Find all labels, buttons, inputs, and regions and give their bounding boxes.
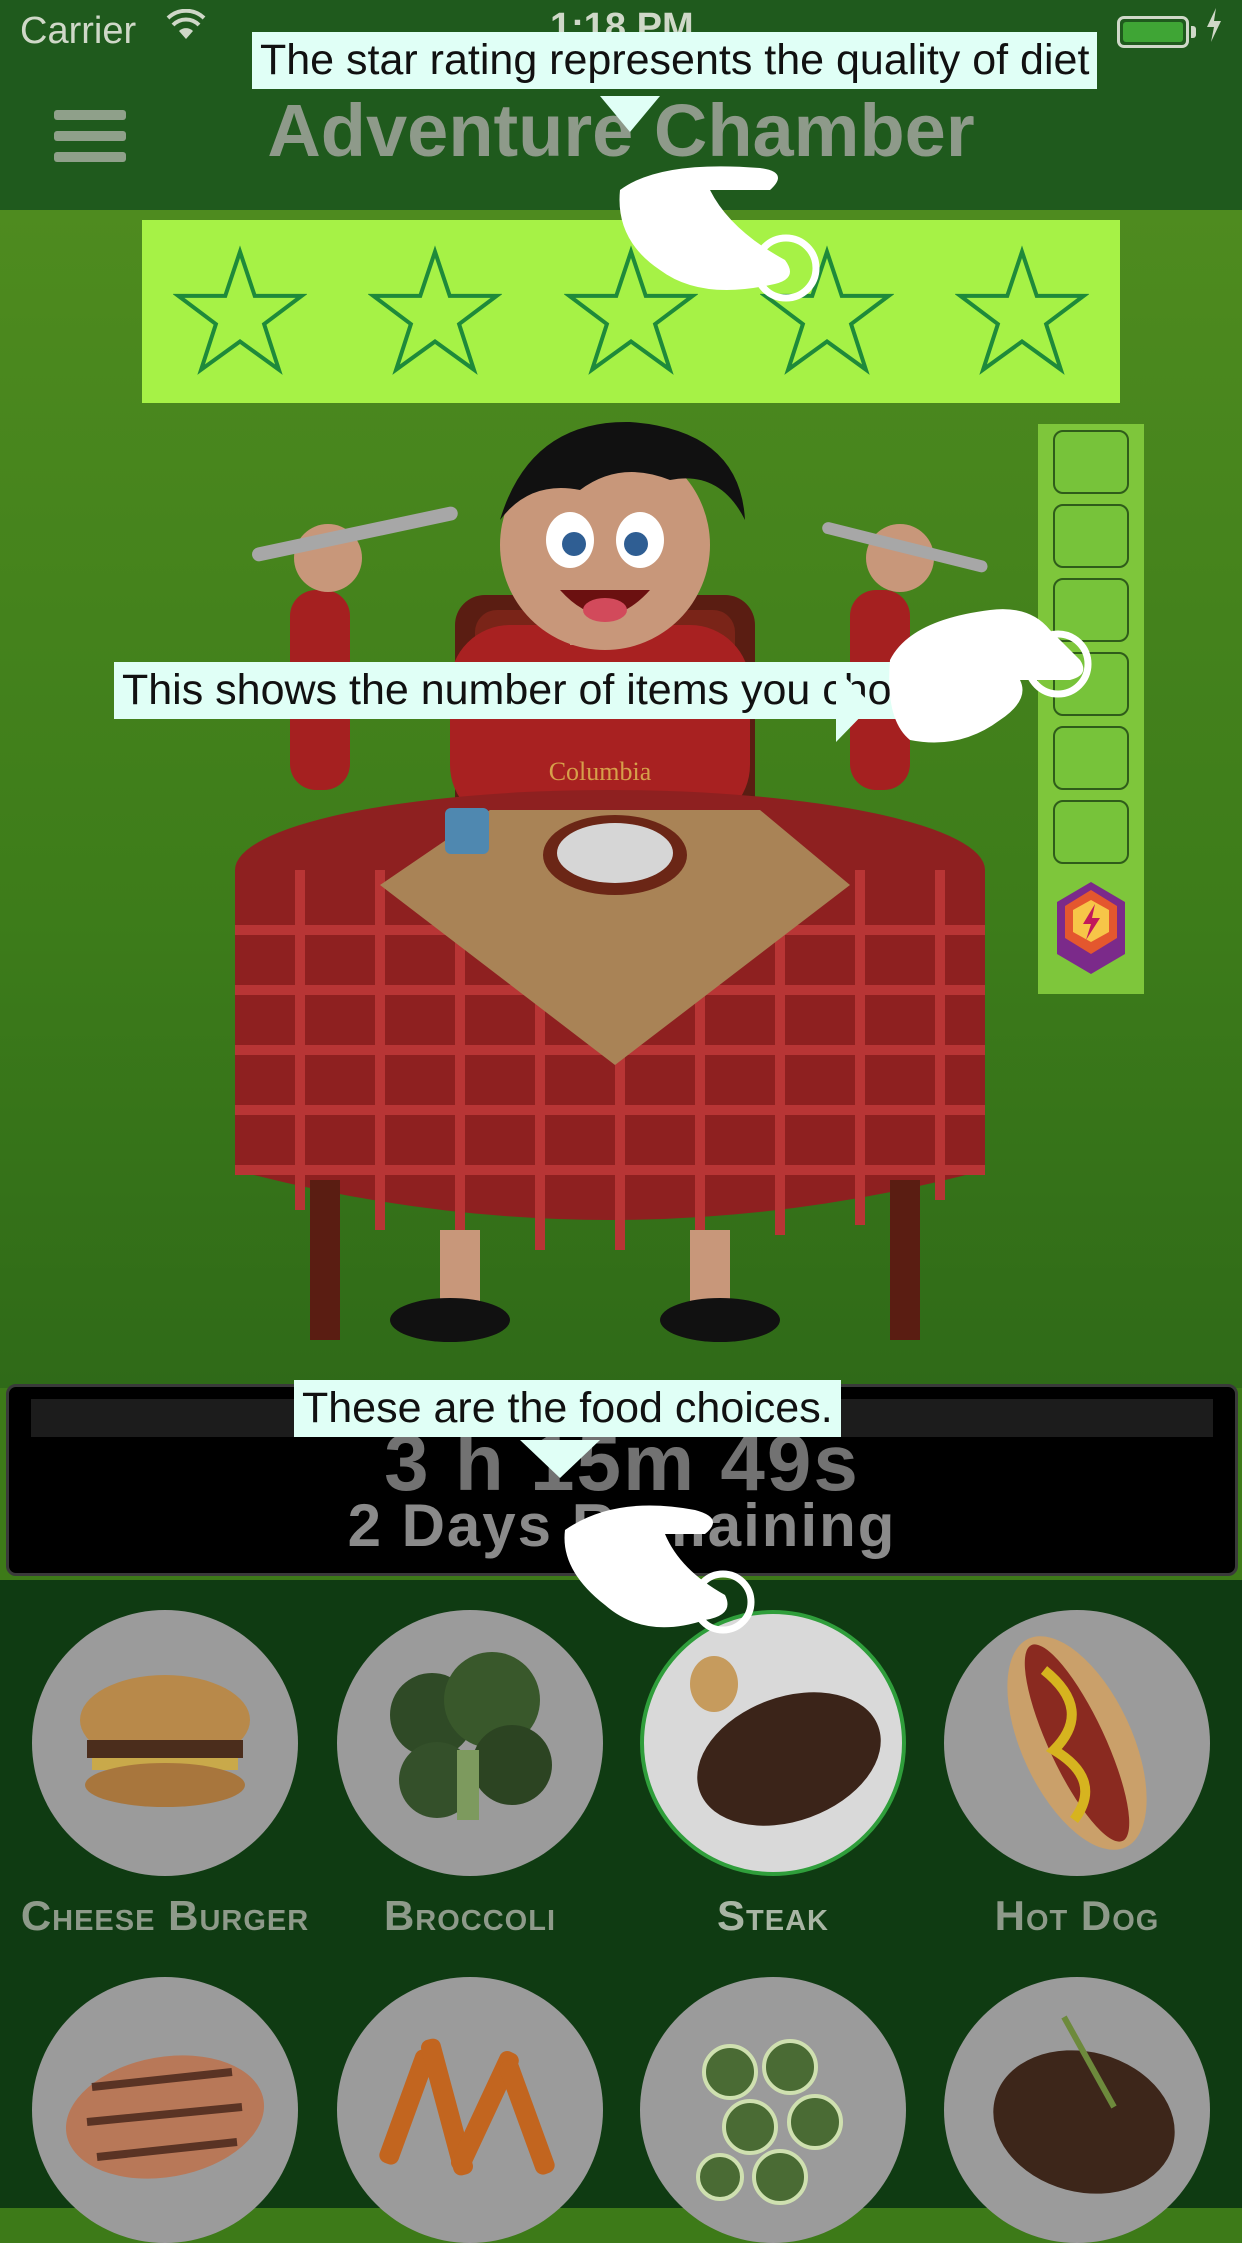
item-slot <box>1053 430 1129 494</box>
star-icon[interactable] <box>172 244 307 379</box>
food-label: Steak <box>717 1892 829 1939</box>
food-choice[interactable] <box>32 1977 298 2243</box>
food-image[interactable] <box>32 1977 298 2243</box>
food-label: Cheese Burger <box>20 1892 310 1939</box>
tooltip-star-rating: The star rating represents the quality o… <box>252 32 1098 89</box>
item-slot <box>1053 504 1129 568</box>
svg-text:Columbia: Columbia <box>549 757 652 786</box>
tooltip-pointer <box>520 1440 600 1478</box>
star-icon[interactable] <box>955 244 1090 379</box>
food-image[interactable] <box>640 1977 906 2243</box>
food-image[interactable] <box>944 1977 1210 2243</box>
food-choice[interactable] <box>32 1610 298 1876</box>
food-image[interactable] <box>32 1610 298 1876</box>
food-choices-grid: Cheese Burger Broccoli Steak Hot Dog <box>0 1580 1242 2243</box>
tooltip-pointer <box>600 96 660 132</box>
food-label: Broccoli <box>383 1892 557 1939</box>
food-choice[interactable] <box>944 1610 1210 1876</box>
food-choice[interactable] <box>337 1977 603 2243</box>
food-label: Hot Dog <box>994 1892 1160 1939</box>
food-image[interactable] <box>337 1977 603 2243</box>
carrier-label: Carrier <box>20 10 137 52</box>
tooltip-items-counter: This shows the number of items you chose… <box>114 662 957 719</box>
pointing-hand-icon <box>564 1505 755 1634</box>
star-icon[interactable] <box>368 244 503 379</box>
battery-icon <box>1117 16 1189 48</box>
food-image[interactable] <box>944 1610 1210 1876</box>
tooltip-pointer <box>836 668 872 742</box>
wifi-icon <box>166 8 206 50</box>
food-choice[interactable] <box>640 1977 906 2243</box>
lightning-badge-icon <box>1057 882 1125 974</box>
food-choice[interactable] <box>944 1977 1210 2243</box>
boy-at-table-illustration: Columbia <box>235 421 988 1342</box>
charging-bolt-icon <box>1205 8 1223 51</box>
pointing-hand-icon <box>619 166 820 302</box>
item-slot <box>1053 800 1129 864</box>
tooltip-food-choices: These are the food choices. <box>294 1380 841 1437</box>
pointing-hand-icon <box>889 609 1092 743</box>
battery-tip <box>1191 26 1196 38</box>
